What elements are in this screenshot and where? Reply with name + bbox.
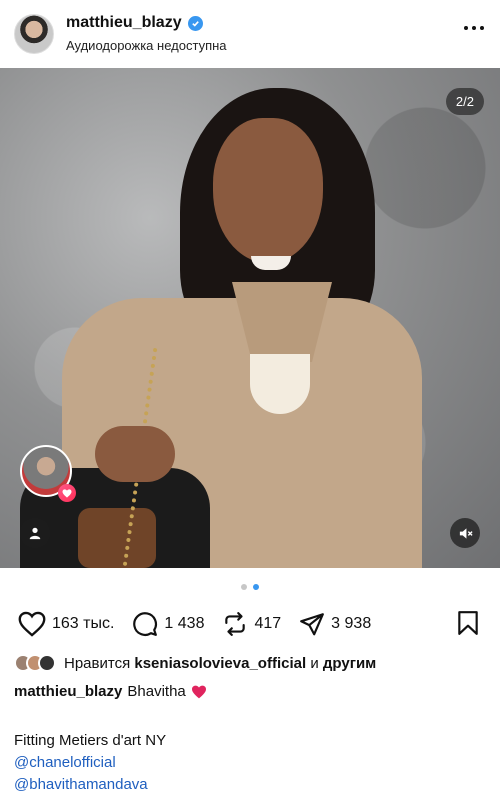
verified-badge-icon [187,15,203,31]
caption-username[interactable]: matthieu_blazy [14,683,122,700]
reposts-count: 417 [254,615,282,632]
red-heart-icon [191,685,206,698]
repost-icon [225,612,246,636]
likes-count: 163 тыс. [52,615,115,632]
post-header: matthieu_blazy Аудиодорожка недоступна [0,0,500,66]
mention-chanelofficial[interactable]: @chanelofficial [14,752,166,774]
caption: matthieu_blazy Bhavitha [14,683,207,700]
action-bar: 163 тыс. 1 438 417 3 938 [18,606,484,642]
speaker-muted-icon [459,527,473,539]
description-line: Fitting Metiers d'art NY [14,732,167,749]
liked-by-prefix: Нравится [64,654,131,672]
shares-count: 3 938 [331,615,372,632]
username[interactable]: matthieu_blazy [66,14,182,32]
like-button[interactable]: 163 тыс. [18,611,114,637]
share-button[interactable]: 3 938 [299,611,371,637]
photo-hand [95,426,175,482]
save-button[interactable] [456,610,480,641]
heart-outline-icon [18,611,46,637]
mute-button[interactable] [450,518,480,548]
comment-button[interactable]: 1 438 [132,611,204,637]
username-row: matthieu_blazy [66,14,203,32]
person-icon [29,527,41,540]
photo-tshirt [250,354,310,414]
liker-avatars [14,654,56,672]
more-options-icon[interactable] [464,26,484,30]
bookmark-icon [458,611,478,635]
liked-by-and: и [310,654,319,672]
caption-text: Bhavitha [127,683,186,700]
carousel-dot-2[interactable] [253,584,259,590]
liked-by-user[interactable]: kseniasolovieva_official [134,655,306,672]
tagged-people-button[interactable] [20,518,50,548]
liked-by-others[interactable]: другим [323,655,376,672]
send-icon [300,613,325,636]
description: Fitting Metiers d'art NY @chanelofficial… [14,730,166,796]
repost-button[interactable]: 417 [222,611,281,637]
heart-badge-icon [58,484,76,502]
carousel-dots [0,584,500,592]
photo-face [213,118,323,263]
profile-avatar[interactable] [14,14,54,54]
liked-by-line[interactable]: Нравится kseniasolovieva_official и друг… [14,654,376,672]
carousel-dot-1[interactable] [241,584,247,590]
carousel-counter: 2/2 [445,88,484,115]
mention-bhavithamandava[interactable]: @bhavithamandava [14,774,166,796]
comment-icon [133,612,158,636]
audio-unavailable-label: Аудиодорожка недоступна [66,38,227,53]
comments-count: 1 438 [164,615,205,632]
